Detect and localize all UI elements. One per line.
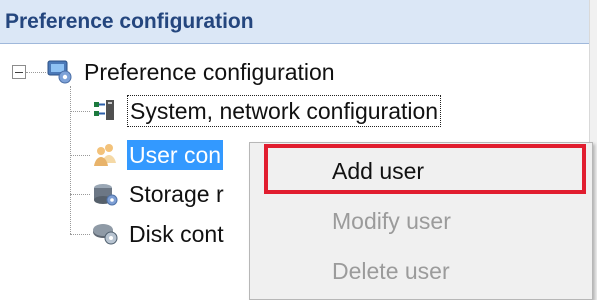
context-menu[interactable]: Add user Modify user Delete user bbox=[249, 142, 593, 300]
tree-item-label: Storage r bbox=[129, 181, 224, 207]
tree-item-label: Preference configuration bbox=[84, 59, 335, 85]
modify-user-menu-item[interactable]: Modify user bbox=[250, 197, 592, 245]
tree-item-user-configuration[interactable]: User con bbox=[91, 138, 224, 172]
tree-item-label: System, network configuration bbox=[127, 95, 442, 127]
gear-settings-icon bbox=[47, 60, 72, 84]
tree-item-root[interactable]: Preference configuration bbox=[46, 55, 337, 89]
tree-item-system-network[interactable]: System, network configuration bbox=[91, 94, 442, 128]
collapse-icon[interactable] bbox=[12, 65, 26, 79]
tree-item-storage[interactable]: Storage r bbox=[91, 177, 226, 211]
tree-connector bbox=[26, 72, 46, 73]
users-icon bbox=[94, 144, 116, 166]
panel-header: Preference configuration bbox=[0, 0, 590, 44]
preference-configuration-window: Preference configuration Preference conf… bbox=[0, 0, 597, 300]
tree-connector bbox=[70, 86, 71, 234]
network-icon bbox=[94, 100, 114, 120]
storage-icon bbox=[94, 184, 118, 206]
tree-connector bbox=[70, 155, 90, 156]
delete-user-menu-item[interactable]: Delete user bbox=[250, 247, 592, 295]
add-user-menu-item[interactable]: Add user bbox=[250, 147, 592, 195]
tree-item-label: Disk cont bbox=[129, 221, 224, 247]
tree-item-label: User con bbox=[127, 140, 224, 170]
tree-connector bbox=[70, 194, 90, 195]
tree-item-disk[interactable]: Disk cont bbox=[91, 217, 226, 251]
tree-connector bbox=[70, 111, 90, 112]
disk-icon bbox=[93, 224, 118, 245]
tree-connector bbox=[70, 234, 90, 235]
